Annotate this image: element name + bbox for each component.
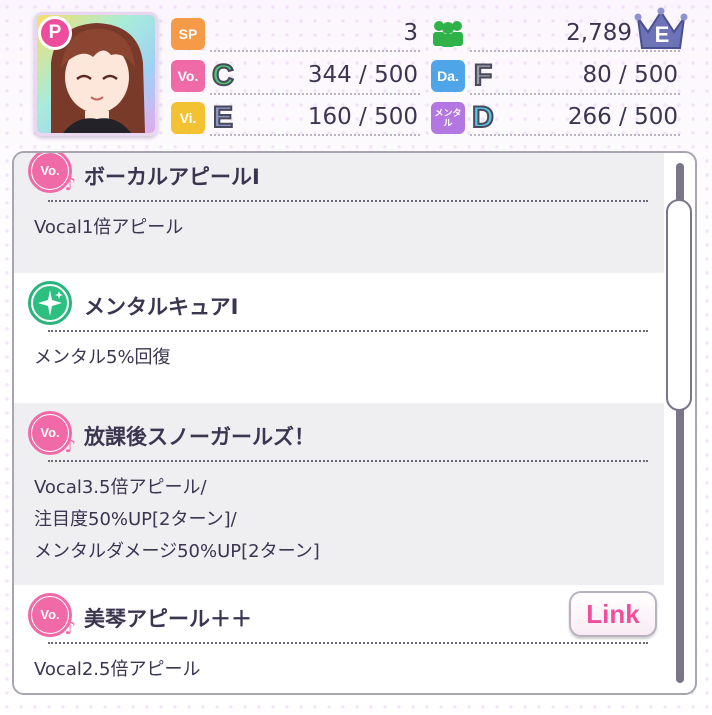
skill-title: ボーカルアピールⅠ [84, 165, 260, 189]
skill-desc-line: Vocal3.5倍アピール/ [34, 477, 207, 498]
dance-tag: Da. [431, 60, 465, 92]
fans-icon [433, 21, 463, 47]
skill-item[interactable]: メンタルキュアⅠ メンタル5%回復 [14, 273, 664, 403]
skill-item[interactable]: Vo. ♪ ボーカルアピールⅠ Vocal1倍アピール [14, 153, 664, 273]
visual-value: 160 / 500 [307, 104, 418, 130]
vocal-value: 344 / 500 [307, 62, 418, 88]
skill-desc: Vocal2.5倍アピール [34, 659, 201, 680]
mental-grade: D [471, 100, 495, 135]
skill-desc-line: メンタルダメージ50%UP[2ターン] [34, 541, 320, 562]
divider [470, 93, 680, 95]
mental-tag: メンタル [431, 102, 465, 134]
idol-status-header: P SP 3 2,789 E Vo. C 344 / 500 Da. F 80 … [0, 0, 712, 150]
skill-desc: Vocal1倍アピール [34, 217, 184, 238]
skill-title: 美琴アピール＋＋ [84, 607, 252, 631]
skill-item[interactable]: Vo. ♪ 美琴アピール＋＋ Link Vocal2.5倍アピール [14, 585, 664, 693]
skill-desc-line: 注目度50%UP[2ターン]/ [34, 509, 237, 530]
skill-title: メンタルキュアⅠ [84, 295, 239, 319]
produce-badge-icon: P [38, 16, 72, 50]
visual-grade: E [212, 100, 234, 135]
sparkle-cure-icon [28, 281, 72, 325]
divider [470, 134, 680, 136]
vocal-note-icon: Vo. ♪ [28, 153, 76, 195]
skill-item[interactable]: Vo. ♪ 放課後スノーガールズ！ Vocal3.5倍アピール/ 注目度50%UP… [14, 403, 664, 585]
dance-value: 80 / 500 [582, 62, 678, 88]
divider [210, 50, 420, 52]
fans-value: 2,789 [566, 20, 632, 46]
scrollbar-thumb[interactable] [666, 199, 692, 411]
dance-grade: F [473, 58, 493, 93]
skill-list[interactable]: Vo. ♪ ボーカルアピールⅠ Vocal1倍アピール メンタルキュアⅠ メンタル… [14, 153, 664, 693]
mental-value: 266 / 500 [567, 104, 678, 130]
divider [48, 200, 648, 202]
rank-letter: E [654, 22, 670, 47]
divider [48, 642, 648, 644]
sp-tag: SP [171, 18, 205, 50]
vocal-grade: C [211, 58, 235, 93]
vocal-note-icon: Vo. ♪ [28, 411, 76, 457]
divider [48, 330, 648, 332]
skill-title: 放課後スノーガールズ！ [84, 425, 315, 449]
link-button[interactable]: Link [569, 591, 657, 637]
sp-value: 3 [403, 20, 418, 46]
divider [210, 134, 420, 136]
vocal-tag: Vo. [171, 60, 205, 92]
visual-tag: Vi. [171, 102, 205, 134]
divider [48, 460, 648, 462]
vocal-note-icon: Vo. ♪ [28, 593, 76, 639]
skill-list-panel[interactable]: Vo. ♪ ボーカルアピールⅠ Vocal1倍アピール メンタルキュアⅠ メンタル… [12, 151, 697, 695]
skill-desc: メンタル5%回復 [34, 347, 171, 368]
divider [210, 93, 420, 95]
